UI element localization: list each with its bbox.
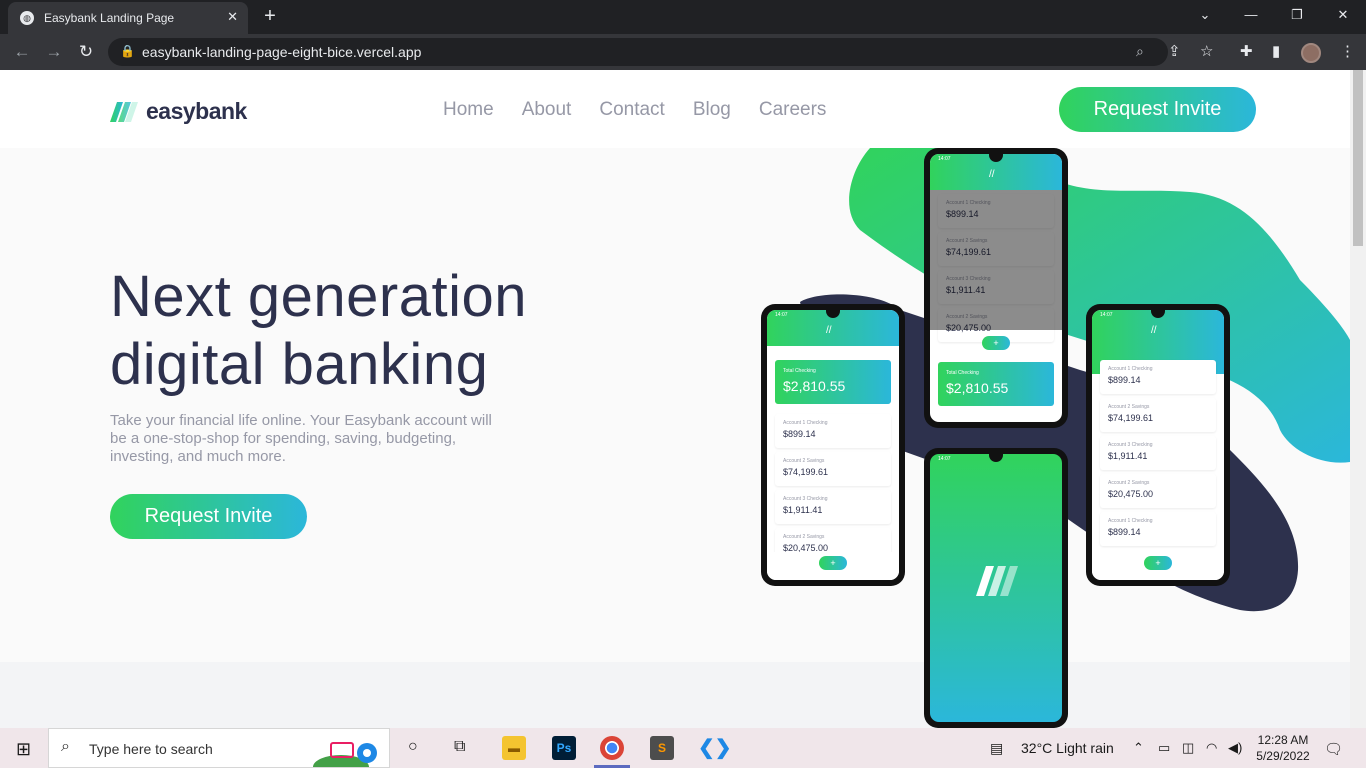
nav-contact[interactable]: Contact [599, 99, 664, 121]
weather-icon[interactable]: ▤ [990, 740, 1003, 757]
system-clock[interactable]: 12:28 AM 5/29/2022 [1256, 732, 1310, 764]
extensions-icon[interactable]: ✚ [1240, 42, 1253, 60]
address-bar[interactable]: 🔒 easybank-landing-page-eight-bice.verce… [108, 38, 1168, 66]
close-tab-icon[interactable]: ✕ [227, 9, 238, 25]
web-page: 14:07// Account 1 Checking $899.14 Accoun… [0, 70, 1350, 728]
main-nav: Home About Contact Blog Careers [443, 99, 826, 121]
menu-icon[interactable]: ⋮ [1340, 42, 1355, 60]
phone-mockup: 14:07 [924, 448, 1068, 728]
app-logo-icon: // [1151, 325, 1157, 336]
request-invite-header-button[interactable]: Request Invite [1059, 87, 1256, 132]
browser-tab-bar: ◍ Easybank Landing Page ✕ + ⌄ — ❐ ✕ [0, 0, 1366, 34]
nav-careers[interactable]: Careers [759, 99, 827, 121]
scrollbar-thumb[interactable] [1353, 70, 1363, 246]
add-icon: + [1144, 556, 1172, 570]
minimize-button[interactable]: — [1228, 0, 1274, 30]
bookmark-star-icon[interactable]: ☆ [1200, 42, 1213, 60]
browser-tab[interactable]: ◍ Easybank Landing Page ✕ [8, 2, 248, 34]
tab-title: Easybank Landing Page [44, 11, 175, 25]
phone-mockup: 14:07// Account 1 Checking $899.14 Accoun… [924, 148, 1068, 428]
vscode-icon[interactable]: ❮❯ [698, 736, 732, 760]
volume-icon[interactable]: ◀) [1228, 740, 1242, 756]
photoshop-icon[interactable]: Ps [552, 736, 576, 760]
globe-icon: ◍ [20, 11, 34, 25]
back-button[interactable]: ← [10, 40, 34, 64]
app-logo-icon: // [826, 325, 832, 336]
chevron-up-icon[interactable]: ⌃ [1133, 740, 1144, 756]
page-scrollbar[interactable] [1350, 70, 1366, 728]
phone-mockup: 14:07// Total Checking $2,810.55 Account … [761, 304, 905, 586]
hero-description: Take your financial life online. Your Ea… [110, 412, 492, 465]
restore-button[interactable]: ❐ [1274, 0, 1320, 30]
notification-icon[interactable]: 🗨 [1324, 740, 1343, 758]
reload-button[interactable]: ↻ [74, 40, 98, 64]
request-invite-hero-button[interactable]: Request Invite [110, 494, 307, 539]
wifi-icon[interactable]: ◠ [1206, 740, 1217, 756]
site-header: easybank Home About Contact Blog Careers… [0, 70, 1350, 148]
cortana-icon[interactable]: ○ [408, 738, 418, 756]
browser-toolbar: ← → ↻ 🔒 easybank-landing-page-eight-bice… [0, 34, 1366, 70]
forward-button[interactable]: → [42, 40, 66, 64]
url-text: easybank-landing-page-eight-bice.vercel.… [142, 44, 422, 60]
windows-taskbar: ⊞ ⌕ Type here to search ○ ⧉ ▬ Ps S ❮❯ ▤ … [0, 728, 1366, 768]
sublime-text-icon[interactable]: S [650, 736, 674, 760]
nav-about[interactable]: About [522, 99, 572, 121]
site-logo[interactable]: easybank [110, 98, 247, 125]
taskbar-search-box[interactable]: ⌕ Type here to search [48, 728, 390, 768]
hero-title-line1: Next generation [110, 264, 527, 329]
chrome-icon[interactable] [600, 736, 624, 760]
nav-home[interactable]: Home [443, 99, 494, 121]
easybank-logo-icon [110, 101, 138, 122]
search-placeholder: Type here to search [89, 741, 213, 757]
search-highlight-art-icon [313, 742, 377, 767]
device-icon[interactable]: ◫ [1182, 740, 1194, 756]
search-icon: ⌕ [61, 738, 70, 755]
logo-text: easybank [146, 98, 247, 124]
app-splash-logo-icon [976, 566, 1018, 596]
tab-search-icon[interactable]: ⌄ [1182, 0, 1228, 30]
nav-blog[interactable]: Blog [693, 99, 731, 121]
task-view-icon[interactable]: ⧉ [454, 738, 465, 756]
profile-avatar[interactable] [1301, 43, 1321, 63]
clock-time: 12:28 AM [1257, 733, 1309, 747]
clock-date: 5/29/2022 [1256, 749, 1310, 763]
hero-title-line2: digital banking [110, 332, 489, 397]
app-logo-icon: // [989, 169, 995, 180]
lock-icon: 🔒 [120, 44, 135, 58]
weather-text[interactable]: 32°C Light rain [1021, 740, 1114, 756]
add-icon: + [982, 336, 1010, 350]
share-icon[interactable]: ⇪ [1168, 42, 1181, 60]
side-panel-icon[interactable]: ▮ [1272, 42, 1280, 60]
close-window-button[interactable]: ✕ [1320, 0, 1366, 30]
phone-mockup: 14:07// Account 1 Checking $899.14 Accoun… [1086, 304, 1230, 586]
battery-icon[interactable]: ▭ [1158, 740, 1170, 756]
file-explorer-icon[interactable]: ▬ [502, 736, 526, 760]
hero-title: Next generation digital banking [110, 263, 527, 399]
windows-start-icon[interactable]: ⊞ [16, 739, 31, 760]
add-icon: + [819, 556, 847, 570]
zoom-icon[interactable]: ⌕ [1136, 43, 1144, 60]
new-tab-button[interactable]: + [258, 5, 282, 29]
